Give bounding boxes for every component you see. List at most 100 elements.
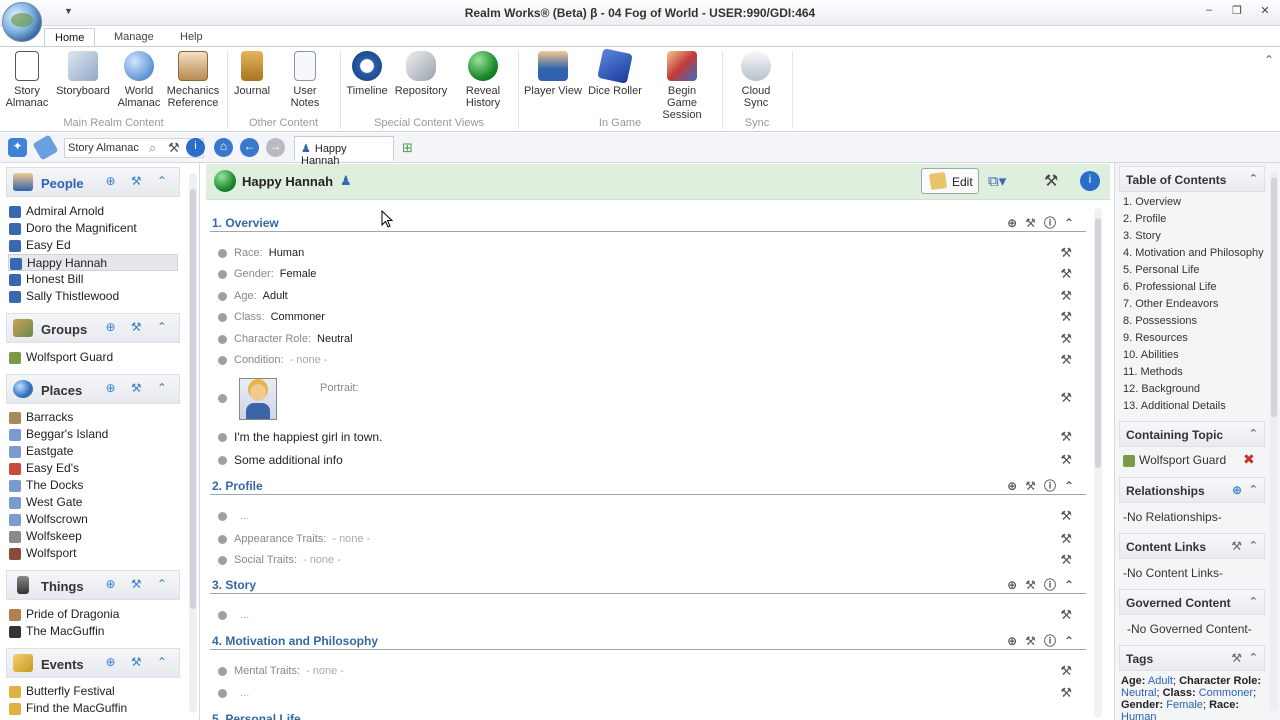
category-people[interactable]: People ⊕ ⚒ ⌃ [6,167,180,197]
back-arrow-icon[interactable]: ← [240,138,259,157]
sidebar-item-easy-eds[interactable]: Easy Ed's [8,460,178,477]
tools-icon[interactable]: ⚒ [1231,651,1242,665]
story-almanac-button[interactable]: Story Almanac [2,51,52,109]
right-pane-scrollbar[interactable] [1270,171,1278,711]
storyboard-button[interactable]: Storyboard [55,51,111,97]
tools-icon[interactable]: ⚒ [1060,307,1072,327]
category-tools[interactable]: ⊕ ⚒ ⌃ [105,320,173,334]
sidebar-item-pride-of-dragonia[interactable]: Pride of Dragonia [8,606,178,623]
world-almanac-button[interactable]: World Almanac [115,51,163,109]
category-events[interactable]: Events ⊕ ⚒ ⌃ [6,648,180,678]
share-dropdown-icon[interactable]: ⧉▾ [988,172,1006,190]
sidebar-item-find-the-macguffin[interactable]: Find the MacGuffin [8,700,178,717]
sidebar-item-happy-hannah[interactable]: Happy Hannah [8,254,178,271]
bullet-icon[interactable] [218,512,227,521]
containing-topic-link[interactable]: Wolfsport Guard [1123,453,1226,467]
tools-icon[interactable]: ⚒ [1060,661,1072,681]
cloud-sync-button[interactable]: Cloud Sync [728,51,784,109]
category-groups[interactable]: Groups ⊕ ⚒ ⌃ [6,313,180,343]
field-race[interactable]: Race: Human ⚒ [218,243,1078,263]
category-places[interactable]: Places ⊕ ⚒ ⌃ [6,374,180,404]
tag-value[interactable]: Neutral [1121,687,1156,699]
collapse-icon[interactable]: ⌃ [1249,427,1258,440]
info-icon[interactable]: i [186,138,205,157]
tab-happy-hannah[interactable]: ♟ Happy Hannah [294,136,394,167]
portrait-image[interactable] [239,378,277,420]
collapse-icon[interactable]: ⌃ [1249,172,1258,185]
section-tools[interactable]: ⊕⚒ⓘ⌃ [1007,214,1082,231]
field-profile-empty[interactable]: ... ⚒ [218,506,1078,526]
bullet-icon[interactable] [218,313,227,322]
sidebar-item-wolfscrown[interactable]: Wolfscrown [8,511,178,528]
bullet-icon[interactable] [218,556,227,565]
tools-icon[interactable]: ⚒ [1060,388,1072,408]
field-motivation-empty[interactable]: ... ⚒ [218,683,1078,703]
bullet-icon[interactable] [218,335,227,344]
section-profile[interactable]: 2. Profile ⊕⚒ⓘ⌃ [210,473,1086,495]
section-motivation[interactable]: 4. Motivation and Philosophy ⊕⚒ⓘ⌃ [210,628,1086,650]
tags-header[interactable]: Tags ⚒ ⌃ [1119,645,1265,671]
toc-item[interactable]: 10. Abilities [1123,347,1264,364]
tab-help[interactable]: Help [170,28,213,47]
add-icon[interactable]: ⊕ [1232,483,1242,497]
category-tools[interactable]: ⊕ ⚒ ⌃ [105,381,173,395]
toc-item[interactable]: 3. Story [1123,228,1264,245]
toc-item[interactable]: 2. Profile [1123,211,1264,228]
sidebar-item-admiral-arnold[interactable]: Admiral Arnold [8,203,178,220]
sidebar-item-eastgate[interactable]: Eastgate [8,443,178,460]
collapse-icon[interactable]: ⌃ [1249,651,1258,664]
sidebar-item-barracks[interactable]: Barracks [8,409,178,426]
tag-value[interactable]: Female [1166,699,1203,711]
collapse-icon[interactable]: ⌃ [1249,595,1258,608]
new-tab-icon[interactable]: ⊞ [402,140,413,156]
section-story[interactable]: 3. Story ⊕⚒ⓘ⌃ [210,572,1086,594]
toc-header[interactable]: Table of Contents ⌃ [1119,166,1265,192]
category-tools[interactable]: ⊕ ⚒ ⌃ [105,577,173,591]
bullet-icon[interactable] [218,611,227,620]
bullet-icon[interactable] [218,535,227,544]
tools-icon[interactable]: ⚒ [1060,450,1072,470]
begin-game-session-button[interactable]: Begin Game Session [648,51,716,121]
tools-icon[interactable]: ⚒ [1060,605,1072,625]
sidebar-item-the-docks[interactable]: The Docks [8,477,178,494]
search-settings-icon[interactable]: ⚒ [168,140,180,156]
field-mental-traits[interactable]: Mental Traits: - none - ⚒ [218,661,1078,681]
field-age[interactable]: Age: Adult ⚒ [218,286,1078,306]
tab-home[interactable]: Home [44,28,96,47]
edit-button[interactable]: Edit [921,168,979,194]
field-condition[interactable]: Condition: - none - ⚒ [218,350,1078,370]
category-tools[interactable]: ⊕ ⚒ ⌃ [105,174,173,188]
category-tools[interactable]: ⊕ ⚒ ⌃ [105,655,173,669]
field-appearance-traits[interactable]: Appearance Traits: - none - ⚒ [218,529,1078,549]
tools-icon[interactable]: ⚒ [1044,171,1058,191]
toc-item[interactable]: 5. Personal Life [1123,262,1264,279]
toc-item[interactable]: 11. Methods [1123,364,1264,381]
toc-item[interactable]: 6. Professional Life [1123,279,1264,296]
forward-arrow-icon[interactable]: → [266,138,285,157]
toc-item[interactable]: 4. Motivation and Philosophy [1123,245,1264,262]
mechanics-reference-button[interactable]: Mechanics Reference [166,51,220,109]
tab-manage[interactable]: Manage [104,28,164,47]
field-story-empty[interactable]: ... ⚒ [218,605,1078,625]
bullet-icon[interactable] [218,270,227,279]
repository-button[interactable]: Repository [394,51,448,97]
sidebar-item-wolfsport-guard[interactable]: Wolfsport Guard [8,349,178,366]
tools-icon[interactable]: ⚒ [1060,506,1072,526]
tools-icon[interactable]: ⚒ [1060,329,1072,349]
section-tools[interactable]: ⊕⚒ⓘ⌃ [1007,477,1082,494]
tag-value[interactable]: Human [1121,711,1156,720]
sidebar-item-wolfskeep[interactable]: Wolfskeep [8,528,178,545]
relationships-header[interactable]: Relationships ⊕ ⌃ [1119,477,1265,503]
sidebar-item-the-macguffin[interactable]: The MacGuffin [8,623,178,640]
sidebar-item-west-gate[interactable]: West Gate [8,494,178,511]
toc-item[interactable]: 9. Resources [1123,330,1264,347]
player-view-button[interactable]: Player View [524,51,582,97]
tools-icon[interactable]: ⚒ [1060,529,1072,549]
field-text-2[interactable]: Some additional info ⚒ [218,450,1078,470]
close-button[interactable]: ✕ [1252,4,1278,20]
remove-icon[interactable]: ✖ [1243,451,1255,468]
journal-button[interactable]: Journal [232,51,272,97]
home-icon[interactable]: ⌂ [214,138,233,157]
sidebar-item-doro[interactable]: Doro the Magnificent [8,220,178,237]
tag-value[interactable]: Adult [1148,675,1173,687]
